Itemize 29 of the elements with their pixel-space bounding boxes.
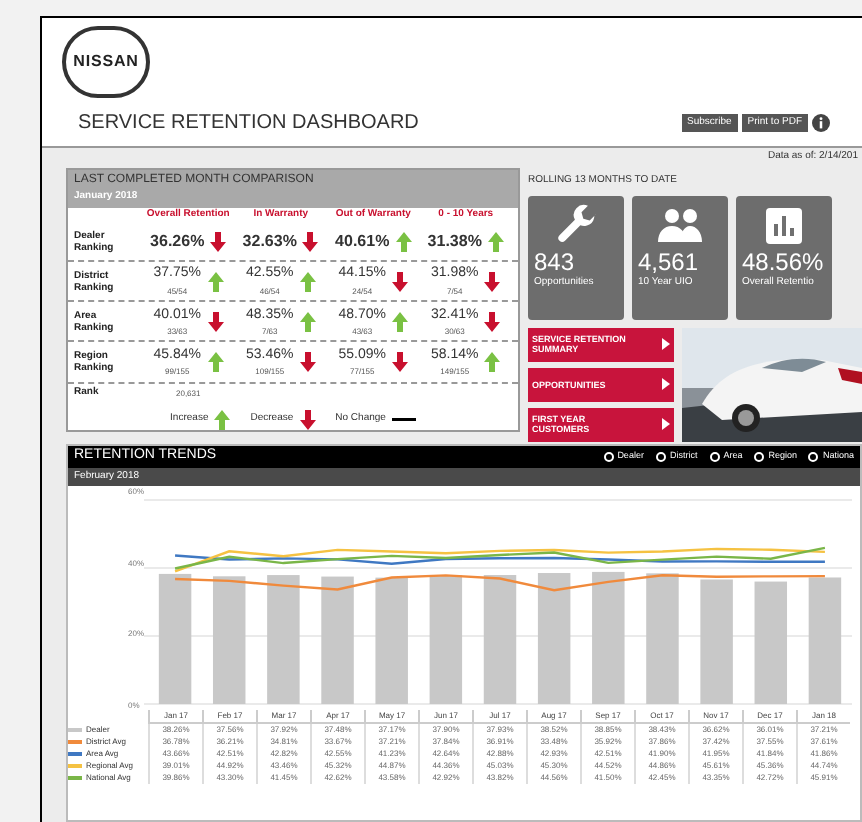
dealer-bar (267, 575, 300, 704)
dealer-bar (646, 573, 679, 704)
percent-value: 31.38% (427, 229, 482, 254)
dealer-bar (321, 576, 354, 704)
chevron-icon (662, 338, 670, 350)
percent-value: 32.63% (242, 229, 297, 254)
percent-value: 36.26% (150, 229, 205, 254)
info-icon[interactable] (812, 114, 830, 132)
people-icon (656, 207, 704, 243)
dealer-bar (700, 579, 733, 704)
dealer-bar (537, 573, 571, 704)
dealer-bar (429, 575, 463, 704)
dealer-bar (213, 576, 246, 704)
chevron-icon (662, 378, 670, 390)
dealer-bar (808, 577, 842, 704)
percent-value: 40.61% (335, 229, 390, 254)
dealer-bar (754, 581, 787, 704)
dealer-bar (483, 575, 517, 704)
logo: NISSAN (62, 26, 150, 98)
dealer-bar (592, 571, 625, 704)
stat-value: 843 (534, 247, 575, 275)
stat-value: 48.56% (742, 247, 824, 275)
dealer-bar (158, 573, 192, 704)
stat-value: 4,561 (638, 247, 699, 275)
bar-chart-icon (766, 207, 802, 243)
dealer-bar (375, 577, 408, 704)
dashboard-title: SERVICE RETENTION DASHBOARD (78, 110, 419, 138)
chevron-icon (662, 418, 670, 430)
wrench-icon (554, 203, 598, 247)
